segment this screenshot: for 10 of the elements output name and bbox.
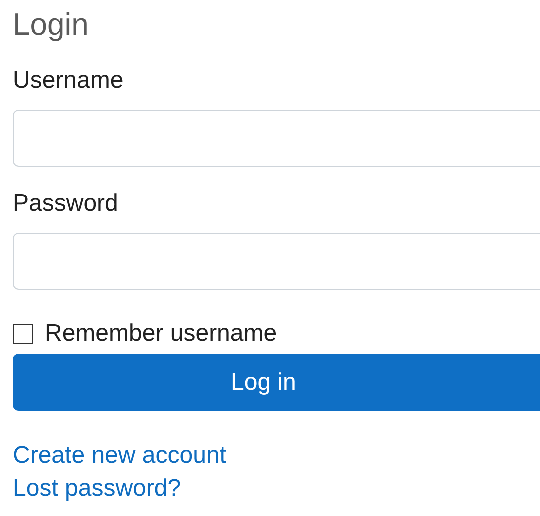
- field-label: Username: [13, 66, 124, 96]
- input-field[interactable]: [13, 233, 540, 290]
- remember-checkbox[interactable]: [13, 324, 33, 344]
- input-field[interactable]: [13, 110, 540, 167]
- link[interactable]: Lost password?: [13, 474, 182, 503]
- remember-label: Remember username: [45, 320, 278, 348]
- login-title: Login: [13, 6, 89, 44]
- link[interactable]: Create new account: [13, 441, 226, 470]
- login-button[interactable]: Log in: [13, 354, 540, 411]
- field-label: Password: [13, 189, 118, 219]
